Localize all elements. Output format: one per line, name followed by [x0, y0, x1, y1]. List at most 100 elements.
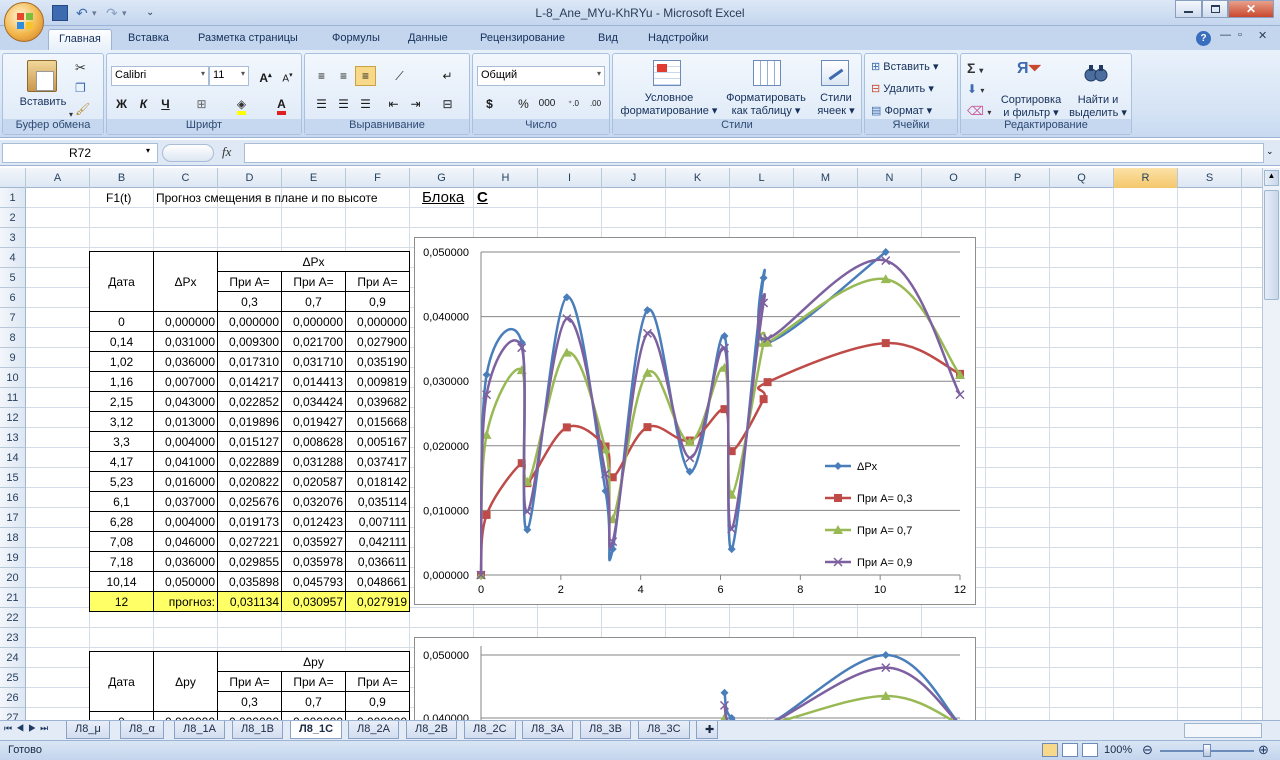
font-size-select[interactable]: 11 ▾ — [209, 66, 249, 86]
col-header-c[interactable]: C — [154, 168, 218, 188]
format-as-table-icon[interactable] — [753, 60, 781, 86]
number-format-select[interactable]: Общий ▾ — [477, 66, 605, 86]
table-cell[interactable]: 0,045793 — [281, 571, 346, 592]
merge-center-icon[interactable]: ⊟ — [437, 94, 458, 114]
close-button[interactable]: ✕ — [1228, 0, 1274, 18]
table-header-dpx[interactable]: ΔPx — [153, 251, 218, 312]
table-a-value[interactable]: 0,3 — [217, 691, 282, 712]
row-header[interactable]: 14 — [0, 448, 26, 468]
chart-dpx[interactable]: 0,000000 0,010000 0,020000 0,030000 0,040000… — [414, 237, 976, 605]
table-cell[interactable]: 0,050000 — [153, 571, 218, 592]
row-header[interactable]: 22 — [0, 608, 26, 628]
col-header-g[interactable]: G — [410, 168, 474, 188]
sheet-tab[interactable]: Л8_1С — [290, 721, 343, 739]
borders-icon[interactable]: ⊞ — [191, 94, 212, 114]
table-cell[interactable]: 0,000000 — [153, 711, 218, 720]
align-bottom-icon[interactable]: ≡ — [355, 66, 376, 86]
bold-button[interactable]: Ж — [111, 94, 132, 114]
table-cell[interactable]: 0,035898 — [217, 571, 282, 592]
table-cell[interactable]: 0,035190 — [345, 351, 410, 372]
tab-home[interactable]: Главная — [48, 29, 112, 50]
table-cell[interactable]: 0,000000 — [345, 711, 410, 720]
table-cell[interactable]: 0,036000 — [153, 551, 218, 572]
sheet-tab[interactable]: Л8_2А — [348, 721, 399, 739]
table-a-value[interactable]: 0,3 — [217, 291, 282, 312]
currency-button[interactable]: $ — [479, 94, 500, 114]
sheet-tab[interactable]: Л8_1В — [232, 721, 283, 739]
tab-addins[interactable]: Надстройки — [638, 29, 718, 50]
align-center-icon[interactable]: ☰ — [333, 94, 354, 114]
table-cell[interactable]: 12 — [89, 591, 154, 612]
row-header[interactable]: 24 — [0, 648, 26, 668]
copy-icon[interactable]: ❐ — [75, 81, 86, 95]
cell-b1[interactable]: F1(t) — [106, 188, 131, 208]
table-cell[interactable]: 0 — [89, 311, 154, 332]
insert-cells-button[interactable]: ⊞ Вставить ▾ — [871, 60, 939, 73]
cell-c1[interactable]: Прогноз смещения в плане и по высоте — [156, 188, 378, 208]
ribbon-close-icon[interactable]: ✕ — [1258, 29, 1267, 42]
name-box-dropdown-icon[interactable]: ▾ — [146, 146, 150, 155]
row-header[interactable]: 3 — [0, 228, 26, 248]
table-cell[interactable]: 0,042111 — [345, 531, 410, 552]
tab-page-layout[interactable]: Разметка страницы — [188, 29, 308, 50]
table-a-value[interactable]: 0,9 — [345, 291, 410, 312]
table-cell[interactable]: 0,000000 — [217, 311, 282, 332]
underline-button[interactable]: Ч — [155, 94, 176, 114]
table-cell[interactable]: 0,007000 — [153, 371, 218, 392]
table-cell[interactable]: 0,037417 — [345, 451, 410, 472]
cell-styles-icon[interactable] — [821, 60, 849, 86]
col-header-n[interactable]: N — [858, 168, 922, 188]
row-header[interactable]: 10 — [0, 368, 26, 388]
zoom-out-icon[interactable]: ⊖ — [1142, 742, 1153, 758]
row-header[interactable]: 12 — [0, 408, 26, 428]
zoom-slider-thumb[interactable] — [1203, 744, 1211, 757]
table-cell[interactable]: 0,035927 — [281, 531, 346, 552]
table-a-value[interactable]: 0,7 — [281, 691, 346, 712]
table-cell[interactable]: 0,027919 — [345, 591, 410, 612]
row-header[interactable]: 15 — [0, 468, 26, 488]
table-cell[interactable]: 0,039682 — [345, 391, 410, 412]
table-cell[interactable]: 6,1 — [89, 491, 154, 512]
table-cell[interactable]: 0,000000 — [281, 311, 346, 332]
row-header[interactable]: 16 — [0, 488, 26, 508]
table-cell[interactable]: 0,014217 — [217, 371, 282, 392]
col-header-m[interactable]: M — [794, 168, 858, 188]
increase-decimal-icon[interactable]: ⁺.0 — [563, 94, 584, 114]
table-cell[interactable]: 0,035978 — [281, 551, 346, 572]
table-cell[interactable]: 0,012423 — [281, 511, 346, 532]
paste-icon[interactable] — [27, 60, 57, 92]
tab-view[interactable]: Вид — [588, 29, 628, 50]
row-header[interactable]: 26 — [0, 688, 26, 708]
format-cells-button[interactable]: ▤ Формат ▾ — [871, 104, 932, 117]
table-subheader[interactable]: При А= — [345, 671, 410, 692]
table-cell[interactable]: 0,000000 — [217, 711, 282, 720]
table-subheader[interactable]: При А= — [217, 671, 282, 692]
col-header-o[interactable]: O — [922, 168, 986, 188]
table-cell[interactable]: 0,004000 — [153, 511, 218, 532]
table-cell[interactable]: 0,043000 — [153, 391, 218, 412]
table-cell[interactable]: 0,032076 — [281, 491, 346, 512]
table-header-group[interactable]: Δpy — [217, 651, 410, 672]
worksheet-grid[interactable]: F1(t) Прогноз смещения в плане и по высо… — [26, 188, 1262, 720]
table-cell[interactable]: 0,031000 — [153, 331, 218, 352]
col-header-r[interactable]: R — [1114, 168, 1178, 188]
row-header[interactable]: 11 — [0, 388, 26, 408]
col-header-i[interactable]: I — [538, 168, 602, 188]
row-header[interactable]: 13 — [0, 428, 26, 448]
table-a-value[interactable]: 0,7 — [281, 291, 346, 312]
table-cell[interactable]: 0,034424 — [281, 391, 346, 412]
table-cell[interactable]: 0,037000 — [153, 491, 218, 512]
table-cell[interactable]: 0,000000 — [281, 711, 346, 720]
insert-sheet-icon[interactable]: ✚ — [696, 721, 718, 739]
col-header-p[interactable]: P — [986, 168, 1050, 188]
orientation-icon[interactable]: ⟋ — [389, 66, 410, 86]
table-cell[interactable]: 0,031134 — [217, 591, 282, 612]
table-cell[interactable]: 0,031288 — [281, 451, 346, 472]
col-header-l[interactable]: L — [730, 168, 794, 188]
formula-input[interactable] — [244, 143, 1264, 163]
row-header[interactable]: 8 — [0, 328, 26, 348]
table-cell[interactable]: 0,022889 — [217, 451, 282, 472]
cell-h1[interactable]: С — [477, 188, 488, 208]
tab-data[interactable]: Данные — [398, 29, 458, 50]
align-right-icon[interactable]: ☰ — [355, 94, 376, 114]
